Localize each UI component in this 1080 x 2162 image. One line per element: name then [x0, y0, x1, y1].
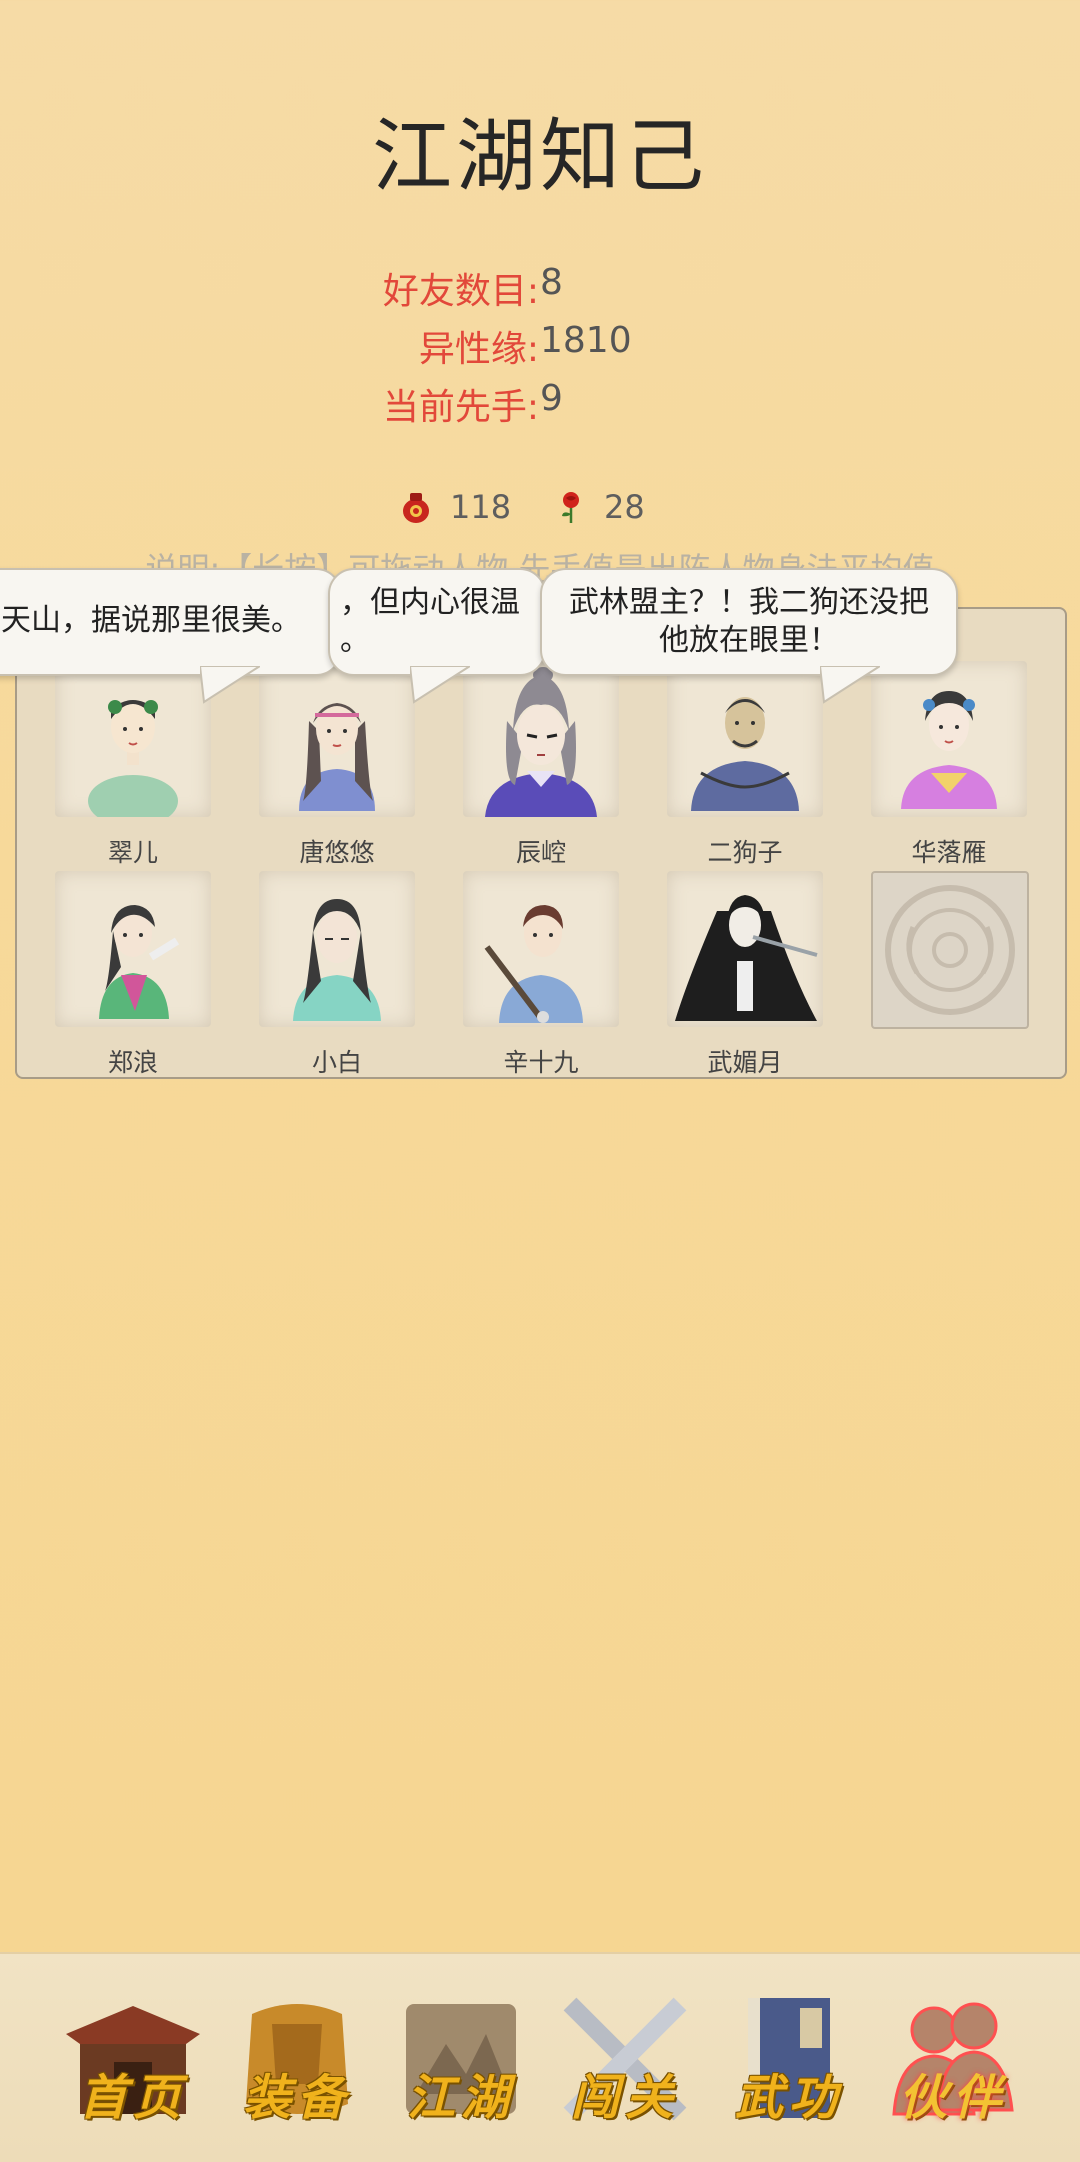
speech-text: 武林盟主？！我二狗还没把	[569, 585, 929, 620]
speech-bubble-tail	[820, 666, 880, 704]
ergouzi-portrait	[691, 697, 799, 811]
tangyouyou-portrait	[299, 703, 375, 811]
companion-portrait-cuier[interactable]	[55, 661, 211, 817]
companion-portrait-zhenglang[interactable]	[55, 871, 211, 1027]
nav-companions[interactable]: 伙伴	[878, 1984, 1028, 2134]
companion-portrait-xinshijiu[interactable]	[463, 871, 619, 1027]
empty-companion-slot[interactable]	[871, 871, 1029, 1029]
companion-name: 唐悠悠	[299, 838, 375, 867]
stat-label: 当前先手:	[382, 387, 539, 428]
speech-bubble-tail	[200, 666, 260, 704]
speech-bubble-tail	[410, 666, 470, 704]
hualuoyan-portrait	[901, 691, 997, 809]
nav-label: 装备	[242, 2070, 351, 2126]
speech-text: 他放在眼里！	[659, 623, 839, 658]
nav-label: 江湖	[406, 2070, 515, 2126]
companion-portrait-chenkong[interactable]	[463, 661, 619, 817]
xinshijiu-portrait	[484, 905, 583, 1023]
nav-label: 首页	[78, 2070, 187, 2126]
nav-martial-arts[interactable]: 武功	[714, 1984, 864, 2134]
speech-text: 。	[340, 623, 370, 658]
speech-bubble: 天山，据说那里很美。	[0, 568, 342, 676]
speech-text: ，但内心很温	[340, 585, 520, 620]
speech-text: 天山，据说那里很美。	[1, 603, 301, 638]
nav-label: 闯关	[570, 2070, 679, 2126]
wine-counter: 118	[400, 488, 511, 526]
companion-name: 辰崆	[515, 838, 566, 867]
companion-name: 华落雁	[911, 838, 987, 867]
stat-value: 9	[540, 378, 563, 419]
nav-equipment[interactable]: 装备	[222, 1984, 372, 2134]
stat-label: 异性缘:	[418, 329, 539, 370]
rose-count: 28	[604, 488, 645, 526]
companion-portrait-wumeiyue[interactable]	[667, 871, 823, 1027]
bottom-nav: 首页 装备 江湖 闯关 武功 伙伴	[0, 1952, 1080, 2162]
wumeiyue-portrait	[675, 895, 818, 1021]
companion-name: 辛十九	[503, 1048, 579, 1077]
speech-bubble: ，但内心很温 。	[328, 568, 546, 676]
stat-label: 好友数目:	[382, 271, 539, 312]
speech-bubble: 武林盟主？！我二狗还没把 他放在眼里！	[540, 568, 958, 676]
wine-jar-icon	[403, 493, 429, 523]
companion-grid: 翠儿 唐悠悠 辰崆 二狗子 华落雁 郑浪 小白 辛十九 武媚月	[15, 607, 1067, 1079]
companion-portrait-xiaobai[interactable]	[259, 871, 415, 1027]
stat-value: 1810	[540, 320, 632, 361]
xiaobai-portrait	[293, 899, 381, 1021]
companion-name: 郑浪	[107, 1048, 158, 1077]
companion-name: 小白	[311, 1048, 362, 1077]
companion-portrait-hualuoyan[interactable]	[871, 661, 1027, 817]
zhenglang-portrait	[99, 905, 180, 1019]
page-title: 江湖知己	[372, 110, 708, 203]
companion-name: 武媚月	[707, 1048, 783, 1077]
nav-jianghu[interactable]: 江湖	[386, 1984, 536, 2134]
nav-label: 伙伴	[898, 2070, 1007, 2126]
companion-portrait-tangyouyou[interactable]	[259, 661, 415, 817]
nav-challenge[interactable]: 闯关	[550, 1984, 700, 2134]
nav-home[interactable]: 首页	[58, 1984, 208, 2134]
companion-name: 翠儿	[107, 838, 158, 867]
rose-counter: 28	[556, 488, 645, 526]
chenkong-portrait	[485, 667, 597, 817]
nav-label: 武功	[734, 2070, 843, 2126]
wine-count: 118	[450, 488, 512, 526]
cuier-portrait	[88, 700, 178, 817]
companion-portrait-ergouzi[interactable]	[667, 661, 823, 817]
rose-icon	[562, 492, 579, 523]
empty-slot-emblem-icon	[885, 885, 1015, 1015]
stat-value: 8	[540, 262, 563, 303]
companion-name: 二狗子	[707, 838, 783, 867]
